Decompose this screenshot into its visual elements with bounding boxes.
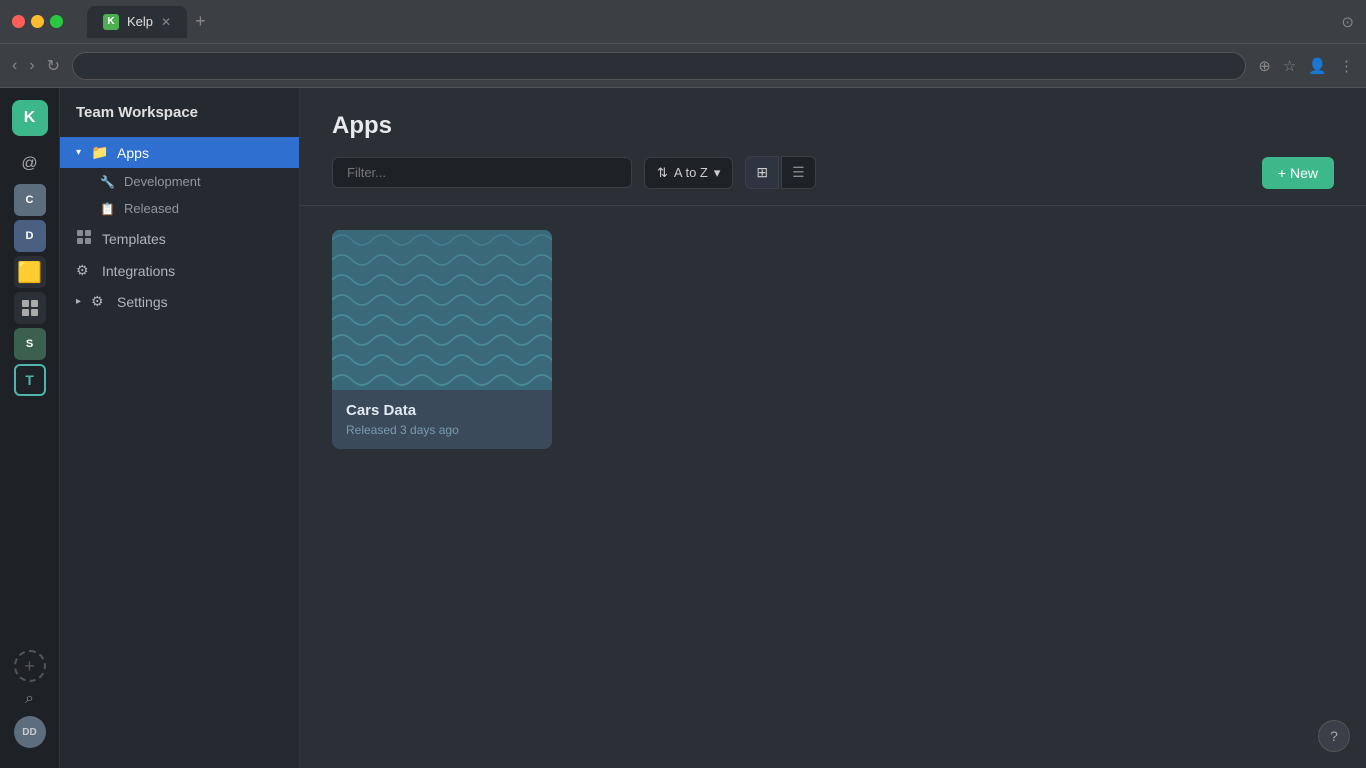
page-title: Apps bbox=[332, 112, 1334, 140]
app: K @ C D 🟨 S T + ⌕ DD Team Workspace bbox=[0, 88, 1366, 768]
sidebar-workspace-s[interactable]: S bbox=[14, 328, 46, 360]
browser-titlebar: K Kelp ✕ + ⊙ bbox=[0, 0, 1366, 44]
released-label: Released bbox=[124, 201, 179, 216]
released-icon: 📋 bbox=[100, 202, 116, 216]
grid-view-button[interactable]: ⊞ bbox=[745, 156, 779, 189]
sidebar-item-settings[interactable]: ▸ ⚙ Settings bbox=[60, 286, 299, 317]
browser-toolbar-icons: ⊙ bbox=[1341, 13, 1354, 31]
icon-sidebar-bottom: + ⌕ DD bbox=[14, 650, 46, 756]
sidebar-item-apps[interactable]: ▾ 📁 Apps bbox=[60, 137, 299, 168]
sidebar-workspace-c[interactable]: C bbox=[14, 184, 46, 216]
sidebar-subitem-released[interactable]: 📋 Released bbox=[60, 195, 299, 222]
sort-icon: ⇅ bbox=[657, 165, 668, 181]
tab-close-button[interactable]: ✕ bbox=[161, 15, 171, 29]
integrations-icon: ⚙ bbox=[76, 262, 94, 279]
filter-input[interactable] bbox=[332, 157, 632, 188]
bookmark-icon[interactable]: ☆ bbox=[1283, 57, 1296, 75]
new-app-button[interactable]: + New bbox=[1262, 157, 1334, 189]
settings-chevron-icon: ▸ bbox=[76, 296, 81, 307]
zoom-icon: ⊕ bbox=[1258, 57, 1271, 75]
development-icon: 🔧 bbox=[100, 175, 116, 189]
tab-favicon: K bbox=[103, 14, 119, 30]
templates-icon bbox=[76, 229, 94, 248]
nav-sidebar: Team Workspace ▾ 📁 Apps 🔧 Development 📋 … bbox=[60, 88, 300, 768]
reload-button[interactable]: ↻ bbox=[47, 56, 60, 76]
settings-label: Settings bbox=[117, 294, 168, 310]
card-thumbnail bbox=[332, 230, 552, 390]
maximize-traffic-light[interactable] bbox=[50, 15, 63, 28]
browser-right-icons: ⊕ ☆ 👤 ⋮ bbox=[1258, 57, 1354, 75]
close-traffic-light[interactable] bbox=[12, 15, 25, 28]
menu-icon[interactable]: ⋮ bbox=[1339, 57, 1354, 75]
app-logo[interactable]: K bbox=[12, 100, 48, 136]
sort-button[interactable]: ⇅ A to Z ▾ bbox=[644, 157, 733, 189]
app-card[interactable]: Cars Data Released 3 days ago bbox=[332, 230, 552, 449]
sidebar-workspace-at[interactable]: @ bbox=[14, 148, 46, 180]
browser-toolbar: ‹ › ↻ ⊕ ☆ 👤 ⋮ bbox=[0, 44, 1366, 88]
card-name: Cars Data bbox=[346, 402, 538, 419]
tab-title: Kelp bbox=[127, 14, 153, 29]
settings-icon: ⚙ bbox=[91, 293, 109, 310]
traffic-lights bbox=[12, 15, 63, 28]
new-tab-button[interactable]: + bbox=[195, 11, 206, 32]
back-button[interactable]: ‹ bbox=[12, 57, 17, 75]
sort-label: A to Z bbox=[674, 165, 708, 180]
view-toggle: ⊞ ☰ bbox=[745, 156, 815, 189]
forward-button[interactable]: › bbox=[29, 57, 34, 75]
workspace-title: Team Workspace bbox=[60, 104, 299, 137]
sidebar-item-integrations[interactable]: ⚙ Integrations bbox=[60, 255, 299, 286]
profile-icon[interactable]: 👤 bbox=[1308, 57, 1327, 75]
user-avatar[interactable]: DD bbox=[14, 716, 46, 748]
integrations-label: Integrations bbox=[102, 263, 175, 279]
card-info: Cars Data Released 3 days ago bbox=[332, 390, 552, 449]
sidebar-item-templates[interactable]: Templates bbox=[60, 222, 299, 255]
add-workspace-button[interactable]: + bbox=[14, 650, 46, 682]
browser-tab[interactable]: K Kelp ✕ bbox=[87, 6, 187, 38]
sidebar-workspace-grid[interactable] bbox=[14, 292, 46, 324]
main-content: Apps ⇅ A to Z ▾ ⊞ ☰ + New bbox=[300, 88, 1366, 768]
page-header: Apps bbox=[300, 88, 1366, 156]
sidebar-workspace-yellow[interactable]: 🟨 bbox=[14, 256, 46, 288]
search-icon[interactable]: ⌕ bbox=[25, 690, 34, 708]
browser-chrome: K Kelp ✕ + ⊙ ‹ › ↻ ⊕ ☆ 👤 ⋮ bbox=[0, 0, 1366, 88]
cast-icon[interactable]: ⊙ bbox=[1341, 13, 1354, 31]
apps-label: Apps bbox=[117, 145, 149, 161]
sidebar-subitem-development[interactable]: 🔧 Development bbox=[60, 168, 299, 195]
apps-grid: Cars Data Released 3 days ago bbox=[300, 206, 1366, 473]
list-view-button[interactable]: ☰ bbox=[781, 156, 816, 189]
tab-bar: K Kelp ✕ + bbox=[87, 6, 1333, 38]
sidebar-workspace-t[interactable]: T bbox=[14, 364, 46, 396]
sidebar-workspace-d[interactable]: D bbox=[14, 220, 46, 252]
icon-sidebar: K @ C D 🟨 S T + ⌕ DD bbox=[0, 88, 60, 768]
wave-pattern bbox=[332, 230, 552, 390]
icon-sidebar-top: K @ C D 🟨 S T bbox=[12, 100, 48, 646]
sort-chevron-icon: ▾ bbox=[714, 165, 721, 181]
development-label: Development bbox=[124, 174, 201, 189]
apps-folder-icon: 📁 bbox=[91, 144, 109, 161]
minimize-traffic-light[interactable] bbox=[31, 15, 44, 28]
toolbar: ⇅ A to Z ▾ ⊞ ☰ + New bbox=[300, 156, 1366, 206]
templates-label: Templates bbox=[102, 231, 166, 247]
card-meta: Released 3 days ago bbox=[346, 423, 538, 437]
apps-chevron-icon: ▾ bbox=[76, 147, 81, 158]
help-button[interactable]: ? bbox=[1318, 720, 1350, 752]
address-bar[interactable] bbox=[72, 52, 1246, 80]
